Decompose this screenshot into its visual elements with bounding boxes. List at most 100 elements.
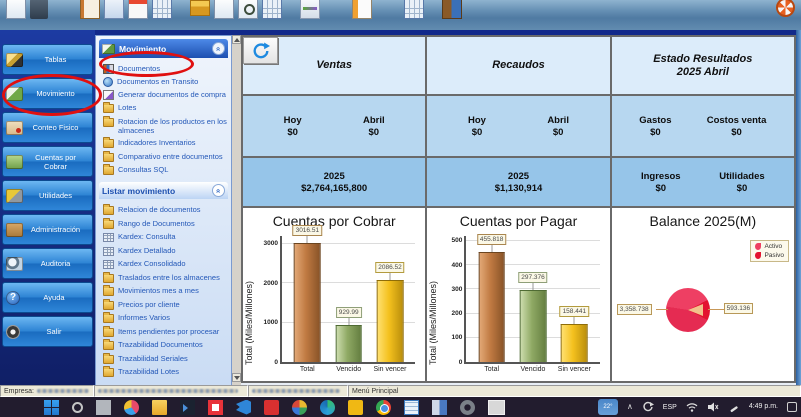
menu-item-documentos-en-transito[interactable]: Documentos en Transito [103, 76, 228, 87]
photos-app-icon[interactable] [180, 400, 195, 415]
sidebar-item-ayuda[interactable]: Ayuda [2, 282, 93, 313]
window-app-icon[interactable] [432, 400, 447, 415]
menu-item-consultas-sql[interactable]: Consultas SQL [103, 164, 228, 175]
menu-item-kardex-detallado[interactable]: Kardex Detallado [103, 245, 228, 256]
document-icon[interactable] [214, 0, 234, 19]
copy-documents-icon[interactable] [104, 0, 124, 19]
file-explorer-icon[interactable] [152, 400, 167, 415]
sidebar-item-conteo-fisico[interactable]: Conteo Fisico [2, 112, 93, 143]
menu-item-movimientos-mes[interactable]: Movimientos mes a mes [103, 285, 228, 296]
calendar-icon[interactable] [128, 0, 148, 19]
sidebar-item-administracion[interactable]: Administración [2, 214, 93, 245]
search-circle-icon[interactable] [72, 402, 83, 413]
menu-section-movimiento-header[interactable]: Movimiento « [99, 39, 228, 58]
menu-item-lotes[interactable]: Lotes [103, 102, 228, 113]
y-tick-label: 3000 [264, 240, 278, 247]
menu-item-label: Rango de Documentos [118, 218, 195, 228]
menu-item-indicadores-inventarios[interactable]: Indicadores Inventarios [103, 137, 228, 148]
language-indicator[interactable]: ESP [663, 404, 677, 411]
dashboard: Ventas Recaudos Estado Resultados2025 Ab… [241, 35, 801, 385]
menu-item-documentos[interactable]: Documentos [103, 63, 228, 74]
exit-door-icon[interactable] [442, 0, 462, 19]
sidebar-item-movimiento[interactable]: Movimiento [2, 78, 93, 109]
folder-icon [103, 341, 114, 350]
notepad-app-icon[interactable] [404, 400, 419, 415]
menu-item-rango-documentos[interactable]: Rango de Documentos [103, 218, 228, 229]
utilities-icon [6, 189, 23, 203]
menu-item-items-pendientes[interactable]: Items pendientes por procesar [103, 326, 228, 337]
task-view-icon[interactable] [96, 400, 111, 415]
value-label-connector [389, 273, 390, 280]
chart-title: Cuentas por Cobrar [243, 213, 425, 229]
menu-item-label: Items pendientes por procesar [118, 326, 219, 336]
spreadsheet-icon[interactable] [152, 0, 172, 19]
pie-chart-app-icon[interactable] [124, 400, 139, 415]
menu-item-kardex-consulta[interactable]: Kardex: Consulta [103, 231, 228, 242]
bar-vencido [335, 325, 362, 362]
legend-item-pasivo: Pasivo [755, 252, 784, 259]
panel-recaudos-total: 2025$1,130,914 [427, 158, 609, 206]
search-binoculars-icon[interactable] [30, 0, 48, 19]
sync-arrow-icon[interactable] [642, 401, 654, 413]
menu-item-precios-cliente[interactable]: Precios por cliente [103, 299, 228, 310]
menu-item-generar-documentos[interactable]: Generar documentos de compra [103, 89, 228, 100]
help-lifebuoy-icon[interactable] [776, 0, 795, 17]
tray-expand-chevron[interactable]: ∧ [627, 403, 633, 411]
data-table-icon[interactable] [262, 0, 282, 19]
menu-item-informes-varios[interactable]: Informes Varios [103, 312, 228, 323]
sidebar-item-tablas[interactable]: Tablas [2, 44, 93, 75]
menu-item-relacion-documentos[interactable]: Relacion de documentos [103, 204, 228, 215]
start-button[interactable] [44, 400, 59, 415]
menu-item-kardex-consolidado[interactable]: Kardex Consolidado [103, 258, 228, 269]
sidebar-item-label: Conteo Fisico [23, 123, 92, 132]
store-app-icon[interactable] [208, 400, 223, 415]
edge-browser-icon[interactable] [320, 400, 335, 415]
documents-icon [103, 64, 114, 74]
sidebar-item-utilidades[interactable]: Utilidades [2, 180, 93, 211]
sidebar-item-cuentas-por-cobrar[interactable]: Cuentas por Cobrar [2, 146, 93, 177]
mail-tray-icon[interactable] [190, 0, 210, 16]
x-category-label: Vencido [336, 366, 361, 373]
menu-item-trazabilidad-seriales[interactable]: Trazabilidad Seriales [103, 353, 228, 364]
status-menu-principal: Menú Principal [348, 385, 801, 397]
menu-item-trazabilidad-documentos[interactable]: Trazabilidad Documentos [103, 339, 228, 350]
red-app-icon[interactable] [264, 400, 279, 415]
scroll-up-button[interactable] [232, 35, 241, 44]
address-book-icon[interactable] [80, 0, 100, 19]
menu-section-listar-header[interactable]: Listar movimiento « [99, 182, 228, 199]
kpi-value: $0 [731, 127, 742, 138]
collapse-section-button[interactable]: « [212, 42, 225, 55]
menu-item-comparativo-documentos[interactable]: Comparativo entre documentos [103, 151, 228, 162]
bar-value-label: 3016.51 [293, 225, 323, 236]
menu-item-traslados-almacenes[interactable]: Traslados entre los almacenes [103, 272, 228, 283]
gray-box-app-icon[interactable] [488, 400, 505, 415]
document-search-icon[interactable] [238, 0, 258, 19]
sidebar-item-auditoria[interactable]: Auditoria [2, 248, 93, 279]
notification-icon[interactable] [787, 402, 797, 412]
notebook-icon[interactable] [352, 0, 372, 19]
refresh-button[interactable] [243, 37, 278, 64]
vscode-icon[interactable] [236, 400, 251, 415]
volume-icon[interactable] [707, 401, 719, 413]
menu-item-trazabilidad-lotes[interactable]: Trazabilidad Lotes [103, 366, 228, 377]
office-app-icon[interactable] [292, 400, 307, 415]
weather-widget[interactable]: 22° [598, 399, 618, 415]
collapse-section-button[interactable]: « [212, 184, 225, 197]
menu-item-rotacion-productos[interactable]: Rotacion de los productos en los almacen… [103, 116, 228, 135]
sidebar-item-salir[interactable]: Salir [2, 316, 93, 347]
bar-value-label: 455.818 [477, 234, 507, 245]
pen-icon[interactable] [728, 401, 740, 413]
yellow-s-app-icon[interactable] [348, 400, 363, 415]
menu-scrollbar[interactable] [232, 35, 241, 385]
chrome-icon[interactable] [376, 400, 391, 415]
new-document-icon[interactable] [6, 0, 26, 19]
grid-icon[interactable] [404, 0, 424, 19]
settings-gear-icon[interactable] [460, 400, 475, 415]
wifi-icon[interactable] [686, 401, 698, 413]
scroll-down-button[interactable] [232, 373, 241, 382]
chart-monitor-icon[interactable] [300, 0, 320, 19]
bar-value-label: 2086.52 [375, 262, 405, 273]
sidebar-item-label: Auditoria [23, 259, 92, 268]
clock[interactable]: 4:49 p.m. [749, 403, 778, 411]
y-tick-label: 0 [274, 359, 278, 366]
